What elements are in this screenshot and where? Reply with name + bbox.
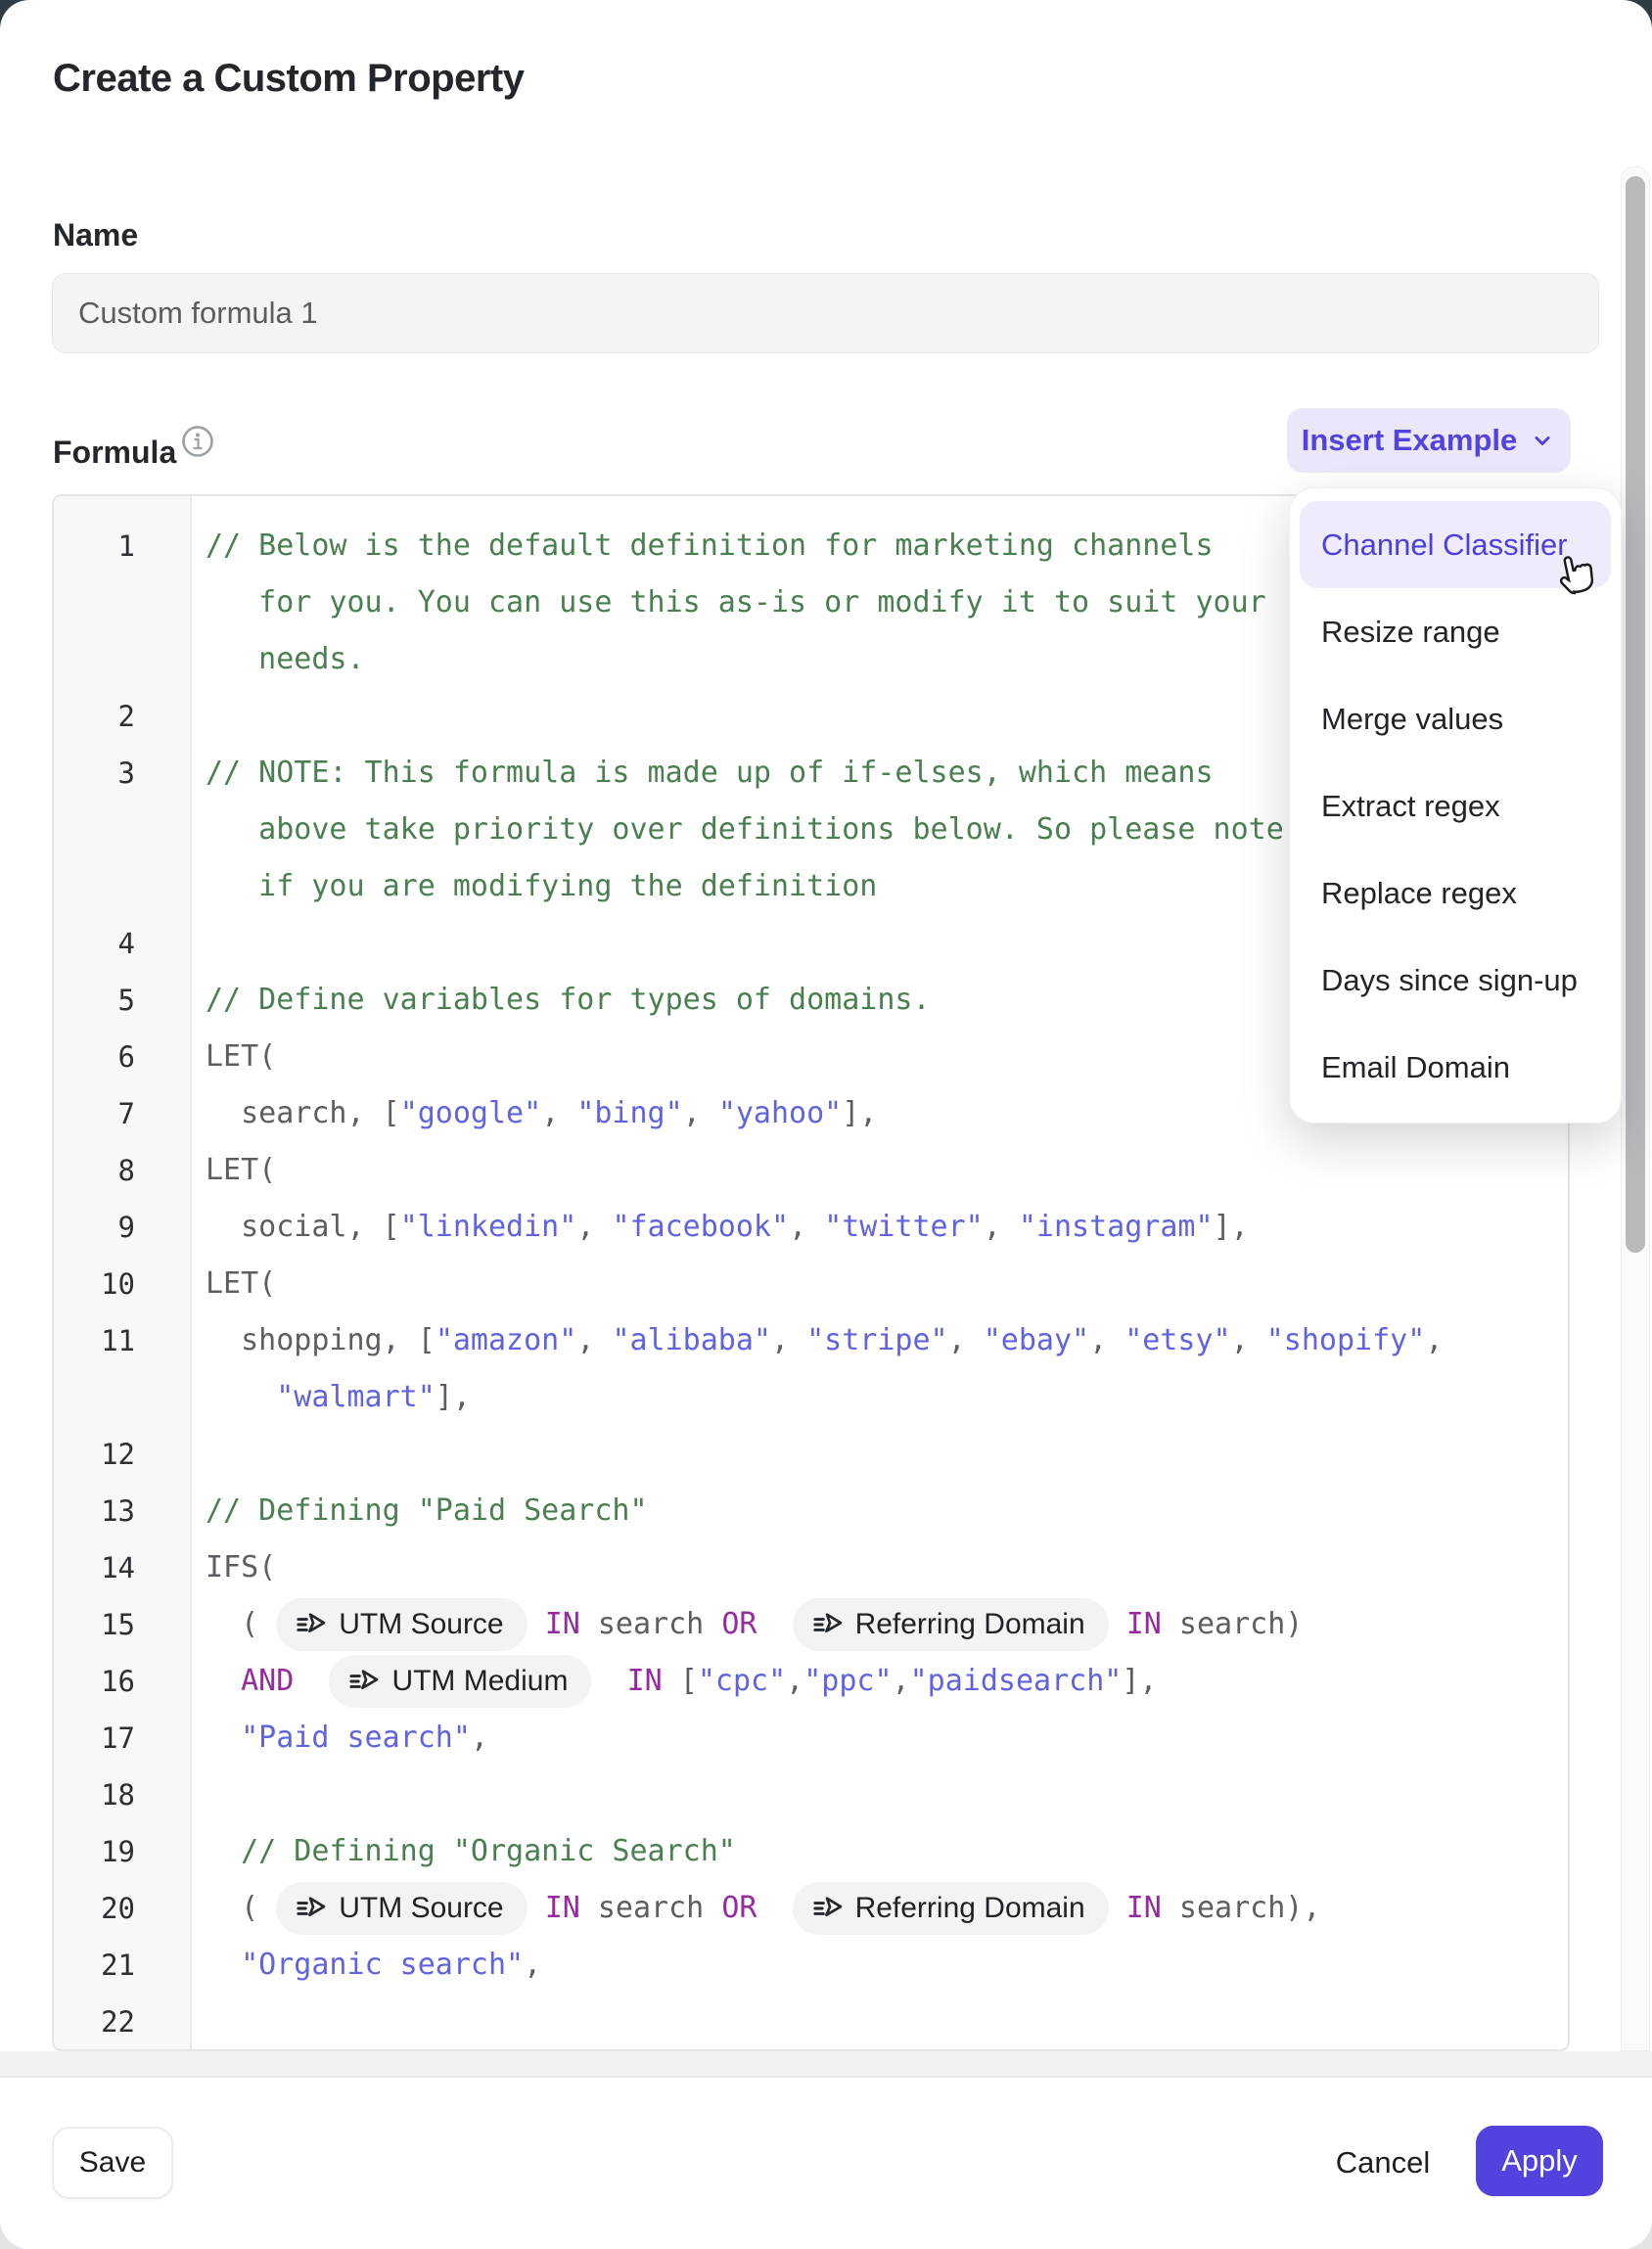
modal-scrollbar-thumb[interactable] — [1626, 176, 1645, 1253]
field-token[interactable]: Referring Domain — [793, 1598, 1109, 1651]
line-number: 10 — [54, 1256, 190, 1312]
formula-label: Formula — [53, 435, 176, 471]
line-number: 13 — [54, 1483, 190, 1539]
code-row: 20 ( UTM Source IN search OR Referring D… — [54, 1880, 1568, 1937]
line-number: 3 — [54, 745, 190, 802]
variable-token-icon — [346, 1665, 380, 1698]
line-number: 8 — [54, 1142, 190, 1199]
line-number — [54, 858, 190, 915]
info-icon[interactable] — [181, 425, 214, 458]
code-row: 18 — [54, 1767, 1568, 1823]
code-line — [190, 1426, 1568, 1483]
code-line: AND UTM Medium IN ["cpc","ppc","paidsear… — [190, 1653, 1568, 1710]
line-number: 22 — [54, 1994, 190, 2050]
line-number — [54, 802, 190, 858]
footer-divider — [0, 2076, 1652, 2078]
line-number — [54, 631, 190, 688]
line-number: 14 — [54, 1539, 190, 1596]
code-row: 16 AND UTM Medium IN ["cpc","ppc","paids… — [54, 1653, 1568, 1710]
code-line: ( UTM Source IN search OR Referring Doma… — [190, 1880, 1568, 1937]
line-number: 18 — [54, 1767, 190, 1823]
code-line — [190, 1994, 1568, 2050]
field-token[interactable]: Referring Domain — [793, 1882, 1109, 1935]
field-token[interactable]: UTM Source — [276, 1882, 527, 1935]
menu-item-days-since-sign-up[interactable]: Days since sign-up — [1300, 937, 1611, 1024]
name-input[interactable]: Custom formula 1 — [52, 273, 1599, 353]
code-row: 11 shopping, ["amazon", "alibaba", "stri… — [54, 1312, 1568, 1369]
line-number: 9 — [54, 1199, 190, 1256]
field-token-label: UTM Source — [339, 1880, 503, 1937]
line-number: 7 — [54, 1085, 190, 1142]
line-number: 6 — [54, 1029, 190, 1085]
field-token-label: UTM Source — [339, 1596, 503, 1653]
field-token-label: Referring Domain — [855, 1596, 1085, 1653]
chevron-down-icon — [1529, 427, 1556, 454]
menu-item-merge-values[interactable]: Merge values — [1300, 675, 1611, 762]
cancel-button[interactable]: Cancel — [1319, 2127, 1446, 2199]
field-token[interactable]: UTM Medium — [329, 1655, 591, 1708]
field-token-label: UTM Medium — [391, 1653, 568, 1710]
variable-token-icon — [810, 1892, 844, 1925]
code-line: "Paid search", — [190, 1710, 1568, 1767]
code-line: "Organic search", — [190, 1937, 1568, 1994]
line-number — [54, 1369, 190, 1426]
menu-item-replace-regex[interactable]: Replace regex — [1300, 849, 1611, 937]
save-button[interactable]: Save — [52, 2127, 173, 2199]
code-row: 10LET( — [54, 1256, 1568, 1312]
line-number: 19 — [54, 1823, 190, 1880]
code-row: "walmart"], — [54, 1369, 1568, 1426]
line-number: 15 — [54, 1596, 190, 1653]
insert-example-button[interactable]: Insert Example — [1287, 408, 1571, 473]
line-number: 4 — [54, 915, 190, 972]
modal-title: Create a Custom Property — [53, 57, 524, 101]
code-line — [190, 1767, 1568, 1823]
line-number: 20 — [54, 1880, 190, 1937]
line-number — [54, 574, 190, 631]
code-line: // Defining "Organic Search" — [190, 1823, 1568, 1880]
code-line: LET( — [190, 1142, 1568, 1199]
line-number: 2 — [54, 688, 190, 745]
apply-button[interactable]: Apply — [1476, 2126, 1603, 2196]
code-row: 19 // Defining "Organic Search" — [54, 1823, 1568, 1880]
code-row: 14IFS( — [54, 1539, 1568, 1596]
variable-token-icon — [810, 1608, 844, 1641]
code-row: 13// Defining "Paid Search" — [54, 1483, 1568, 1539]
hand-cursor-icon — [1549, 544, 1603, 601]
code-line: LET( — [190, 1256, 1568, 1312]
name-input-value: Custom formula 1 — [78, 296, 318, 331]
line-number: 17 — [54, 1710, 190, 1767]
code-row: 22 — [54, 1994, 1568, 2050]
code-line: IFS( — [190, 1539, 1568, 1596]
code-row: 15 ( UTM Source IN search OR Referring D… — [54, 1596, 1568, 1653]
code-line: ( UTM Source IN search OR Referring Doma… — [190, 1596, 1568, 1653]
menu-item-resize-range[interactable]: Resize range — [1300, 588, 1611, 675]
line-number: 5 — [54, 972, 190, 1029]
variable-token-icon — [294, 1608, 327, 1641]
line-number: 12 — [54, 1426, 190, 1483]
line-number: 1 — [54, 518, 190, 574]
create-custom-property-modal: Create a Custom Property Name Custom for… — [0, 0, 1652, 2249]
code-line: shopping, ["amazon", "alibaba", "stripe"… — [190, 1312, 1568, 1369]
code-line: // Defining "Paid Search" — [190, 1483, 1568, 1539]
name-label: Name — [53, 217, 138, 253]
line-number: 11 — [54, 1312, 190, 1369]
field-token[interactable]: UTM Source — [276, 1598, 527, 1651]
code-row: 9 social, ["linkedin", "facebook", "twit… — [54, 1199, 1568, 1256]
line-number: 21 — [54, 1937, 190, 1994]
code-row: 8LET( — [54, 1142, 1568, 1199]
code-line: "walmart"], — [190, 1369, 1568, 1426]
code-row: 21 "Organic search", — [54, 1937, 1568, 1994]
line-number: 16 — [54, 1653, 190, 1710]
menu-item-extract-regex[interactable]: Extract regex — [1300, 762, 1611, 849]
code-row: 17 "Paid search", — [54, 1710, 1568, 1767]
editor-bottom-strip — [0, 2051, 1652, 2076]
variable-token-icon — [294, 1892, 327, 1925]
field-token-label: Referring Domain — [855, 1880, 1085, 1937]
insert-example-label: Insert Example — [1302, 423, 1518, 458]
menu-item-email-domain[interactable]: Email Domain — [1300, 1024, 1611, 1111]
code-row: 12 — [54, 1426, 1568, 1483]
code-line: social, ["linkedin", "facebook", "twitte… — [190, 1199, 1568, 1256]
